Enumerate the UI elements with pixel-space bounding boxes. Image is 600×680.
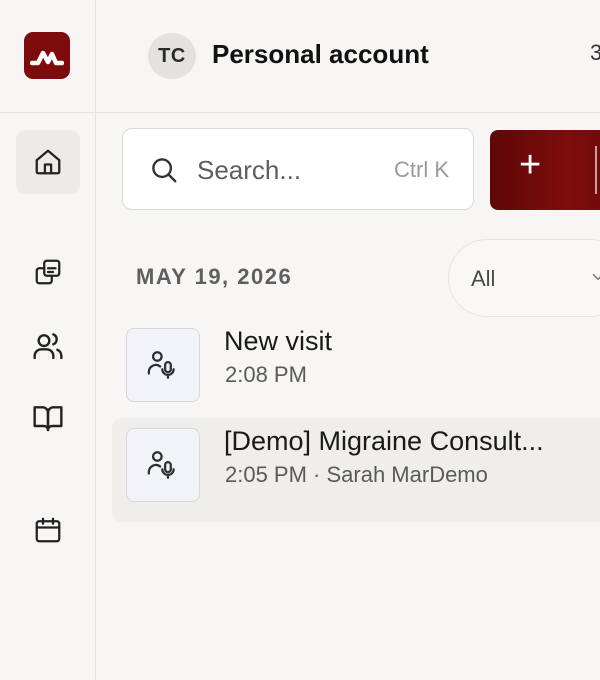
visit-title: New visit xyxy=(224,326,333,356)
sidebar-item-library[interactable] xyxy=(16,386,80,450)
logo-mark-icon xyxy=(30,50,64,65)
users-icon xyxy=(33,333,63,360)
sidebar-item-calendar[interactable] xyxy=(16,498,80,562)
clipped-top-text: 3 xyxy=(590,40,600,65)
new-visit-button[interactable]: + xyxy=(490,130,600,210)
visit-type-tile xyxy=(126,328,200,402)
search-input[interactable]: Search... xyxy=(197,155,301,186)
visit-subtitle: 2:05 PM · Sarah MarDemo xyxy=(225,462,488,487)
book-icon xyxy=(33,406,63,432)
mic-user-icon xyxy=(147,451,175,479)
search-icon xyxy=(152,158,177,183)
avatar[interactable]: TC xyxy=(148,33,196,79)
plus-icon: + xyxy=(519,144,542,186)
rail-divider xyxy=(0,112,95,113)
filter-selected-value: All xyxy=(471,266,496,291)
chevron-down-icon xyxy=(592,274,600,280)
account-switcher-label[interactable]: Personal account xyxy=(212,39,429,70)
visit-title: [Demo] Migraine Consult... xyxy=(224,426,544,456)
sidebar-item-patients[interactable] xyxy=(16,314,80,378)
calendar-icon xyxy=(35,517,61,543)
filter-dropdown[interactable]: All xyxy=(448,239,600,317)
mic-user-icon xyxy=(147,351,175,379)
visit-type-tile xyxy=(126,428,200,502)
sidebar-item-home[interactable] xyxy=(16,130,80,194)
date-group-header: MAY 19, 2026 xyxy=(136,264,293,289)
button-divider xyxy=(595,146,597,194)
visit-subtitle: 2:08 PM xyxy=(225,362,307,387)
home-icon xyxy=(35,149,61,175)
search-box[interactable]: Search... Ctrl K xyxy=(122,128,474,210)
visit-list-item[interactable]: New visit 2:08 PM xyxy=(112,318,600,422)
copy-icon xyxy=(35,259,61,285)
sidebar-item-copy[interactable] xyxy=(16,240,80,304)
header-divider xyxy=(96,112,600,113)
search-shortcut-hint: Ctrl K xyxy=(394,157,449,182)
sidebar xyxy=(0,0,96,680)
visit-list-item[interactable]: [Demo] Migraine Consult... 2:05 PM · Sar… xyxy=(112,418,600,522)
app-logo[interactable] xyxy=(24,32,70,79)
